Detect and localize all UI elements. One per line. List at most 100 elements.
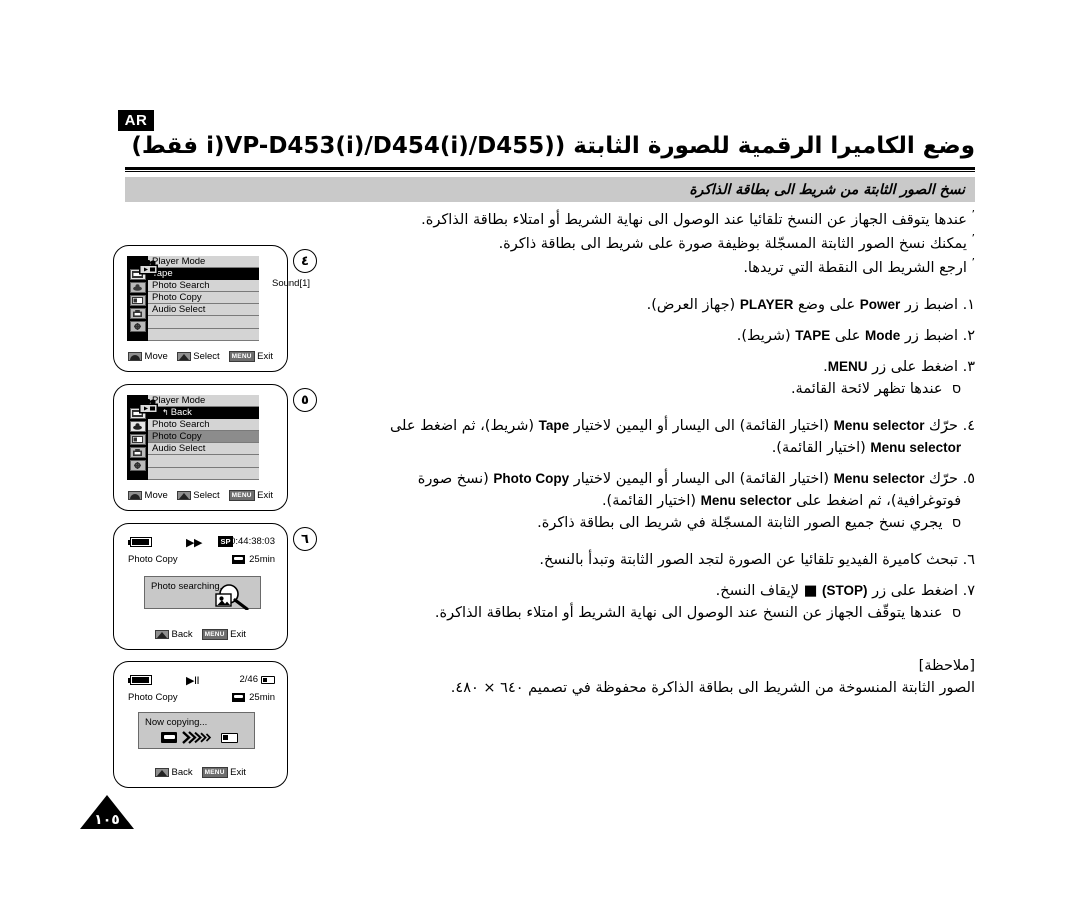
hint-item[interactable]: Move — [128, 490, 168, 501]
tape-icon — [161, 732, 177, 743]
hint-item[interactable]: MENU Exit — [228, 351, 273, 362]
playback-status-row: ▶▶ SP 0:44:38:03 — [128, 536, 275, 549]
step-item: ٤. حرّك Menu selector (اختيار القائمة) ا… — [330, 415, 975, 459]
step-number: ٦. — [962, 551, 975, 568]
lcd-screen-menu-tape: Player Mode Tape Photo Search Photo Copy Aud… — [113, 245, 310, 372]
menu-item-label: Audio Select — [152, 443, 206, 455]
step-sub-note: ס عندها يتوقّف الجهاز عن النسخ عند الوصو… — [434, 604, 975, 621]
step-line: ٧. اضغط على زر (STOP) ■ لإيقاف النسخ. — [715, 582, 975, 599]
menu-list[interactable]: Player Mode Tape Photo Search Photo Copy Aud… — [148, 256, 259, 341]
title-divider — [125, 167, 975, 172]
settings-gear-icon[interactable] — [129, 460, 146, 471]
menu-item-empty — [148, 329, 259, 341]
hint-bar: Back MENU Exit — [114, 767, 287, 778]
memory-icon[interactable] — [129, 282, 146, 293]
battery-icon — [128, 537, 152, 547]
menu-item-photo-copy[interactable]: Photo Copy — [148, 431, 259, 444]
hint-item[interactable]: MENU Exit — [201, 767, 246, 778]
menu-title: Player Mode — [148, 395, 259, 408]
hint-item[interactable]: Select — [176, 351, 220, 362]
mode-label: Photo Copy — [128, 554, 178, 565]
menu-key-icon: MENU — [201, 629, 228, 640]
tape-icon — [232, 555, 246, 564]
menu-item-empty — [148, 468, 259, 480]
step-number: ٧. — [962, 582, 975, 599]
menu-item-empty — [148, 455, 259, 468]
mode-label: Photo Copy — [128, 692, 178, 703]
menu-item-photo-search[interactable]: Photo Search — [148, 419, 259, 432]
record-icon[interactable] — [129, 308, 146, 319]
back-arrow-icon: ↰ — [162, 408, 169, 418]
intro-bullet: ’ عندها يتوقف الجهاز عن النسخ تلقائيا عن… — [421, 208, 975, 228]
note-body: الصور الثابتة المنسوخة من الشريط الى بطا… — [450, 679, 975, 696]
display-icon[interactable] — [129, 434, 146, 445]
playback-info-row: Photo Copy 25min — [128, 692, 275, 704]
hint-label: Exit — [257, 490, 273, 501]
menu-key-icon: MENU — [201, 767, 228, 778]
memory-card-icon — [221, 732, 238, 743]
tape-remaining-group: 25min — [232, 554, 275, 565]
menu-item-label: Photo Search — [152, 280, 210, 292]
transfer-arrows-icon — [182, 731, 212, 744]
memory-icon[interactable] — [129, 421, 146, 432]
intro-bullet-list: ’ عندها يتوقف الجهاز عن النسخ تلقائيا عن… — [330, 207, 975, 279]
menu-list[interactable]: Player Mode ↰ Back Photo Search Photo Copy Au… — [148, 395, 259, 480]
menu-item-back[interactable]: ↰ Back — [148, 407, 259, 420]
step-item: ٣. اضغط على زر MENU. ס عندها تظهر لائحة … — [330, 356, 975, 400]
arc-up-icon — [128, 491, 143, 500]
arc-up-icon — [128, 352, 143, 361]
arc-select-icon — [176, 352, 191, 361]
camcorder-mode-icon — [139, 399, 158, 414]
step-line: ٦. تبحث كاميرة الفيديو تلقائيا عن الصورة… — [539, 551, 975, 568]
hint-label: Select — [193, 490, 220, 501]
hint-item[interactable]: Move — [128, 351, 168, 362]
battery-icon — [128, 675, 152, 685]
transport-indicator: ▶▶ — [186, 537, 202, 549]
page-title: وضع الكاميرا الرقمية للصورة الثابتة ((VP… — [131, 133, 975, 159]
menu-body: Player Mode Tape Photo Search Photo Copy Aud… — [127, 256, 259, 341]
step-line: فوتوغرافية)، ثم اضغط على Menu selector (… — [601, 492, 975, 509]
step-number: ٣. — [962, 358, 975, 375]
record-icon[interactable] — [129, 447, 146, 458]
hint-label: Move — [144, 490, 168, 501]
section-subtitle-bar: نسخ الصور الثابتة من شريط الى بطاقة الذا… — [125, 177, 975, 202]
photo-search-icon — [215, 584, 249, 610]
lcd-screen-now-copying: ▶II 2/46 Photo Copy 25min Now copying... — [113, 661, 288, 788]
step-line: Menu selector (اختيار القائمة). — [771, 439, 962, 456]
display-icon[interactable] — [129, 295, 146, 306]
step-line: ٤. حرّك Menu selector (اختيار القائمة) ا… — [389, 417, 975, 434]
hint-label: Back — [171, 629, 193, 640]
hint-item[interactable]: MENU Exit — [228, 490, 273, 501]
step-number: ٤. — [962, 417, 975, 434]
photo-counter: 2/46 — [239, 674, 259, 685]
step-item: ١. اضبط زر Power على وضع PLAYER (جهاز ال… — [330, 294, 975, 316]
arc-select-icon — [176, 491, 191, 500]
hint-label: Back — [171, 767, 193, 778]
note-heading: [ملاحظة] — [918, 657, 975, 674]
hint-item[interactable]: Back — [155, 629, 193, 640]
hint-item[interactable]: MENU Exit — [201, 629, 246, 640]
arc-select-icon — [155, 768, 170, 777]
hint-item[interactable]: Select — [176, 490, 220, 501]
step-line: ٣. اضغط على زر MENU. — [823, 358, 975, 375]
menu-item-tape[interactable]: Tape — [148, 268, 259, 281]
menu-item-audio-select[interactable]: Audio Select — [148, 304, 259, 317]
hint-label: Move — [144, 351, 168, 362]
page-title-row: وضع الكاميرا الرقمية للصورة الثابتة ((VP… — [125, 132, 975, 161]
menu-item-empty — [148, 316, 259, 329]
menu-item-photo-copy[interactable]: Photo Copy — [148, 292, 259, 305]
instruction-column: ’ عندها يتوقف الجهاز عن النسخ تلقائيا عن… — [330, 207, 975, 699]
menu-item-photo-search[interactable]: Photo Search — [148, 280, 259, 293]
hint-label: Exit — [230, 629, 246, 640]
hint-item[interactable]: Back — [155, 767, 193, 778]
settings-gear-icon[interactable] — [129, 321, 146, 332]
menu-key-icon: MENU — [228, 490, 255, 501]
numbered-step-list: ١. اضبط زر Power على وضع PLAYER (جهاز ال… — [330, 294, 975, 633]
menu-item-audio-select[interactable]: Audio Select — [148, 443, 259, 456]
menu-side-value: Sound[1] — [272, 278, 311, 289]
tape-remaining: 25min — [249, 692, 275, 703]
step-item: ٥. حرّك Menu selector (اختيار القائمة) ا… — [330, 468, 975, 534]
step-sub-note: ס عندها تظهر لائحة القائمة. — [790, 380, 975, 397]
status-dialog: Now copying... — [138, 712, 255, 749]
hint-label: Exit — [230, 767, 246, 778]
